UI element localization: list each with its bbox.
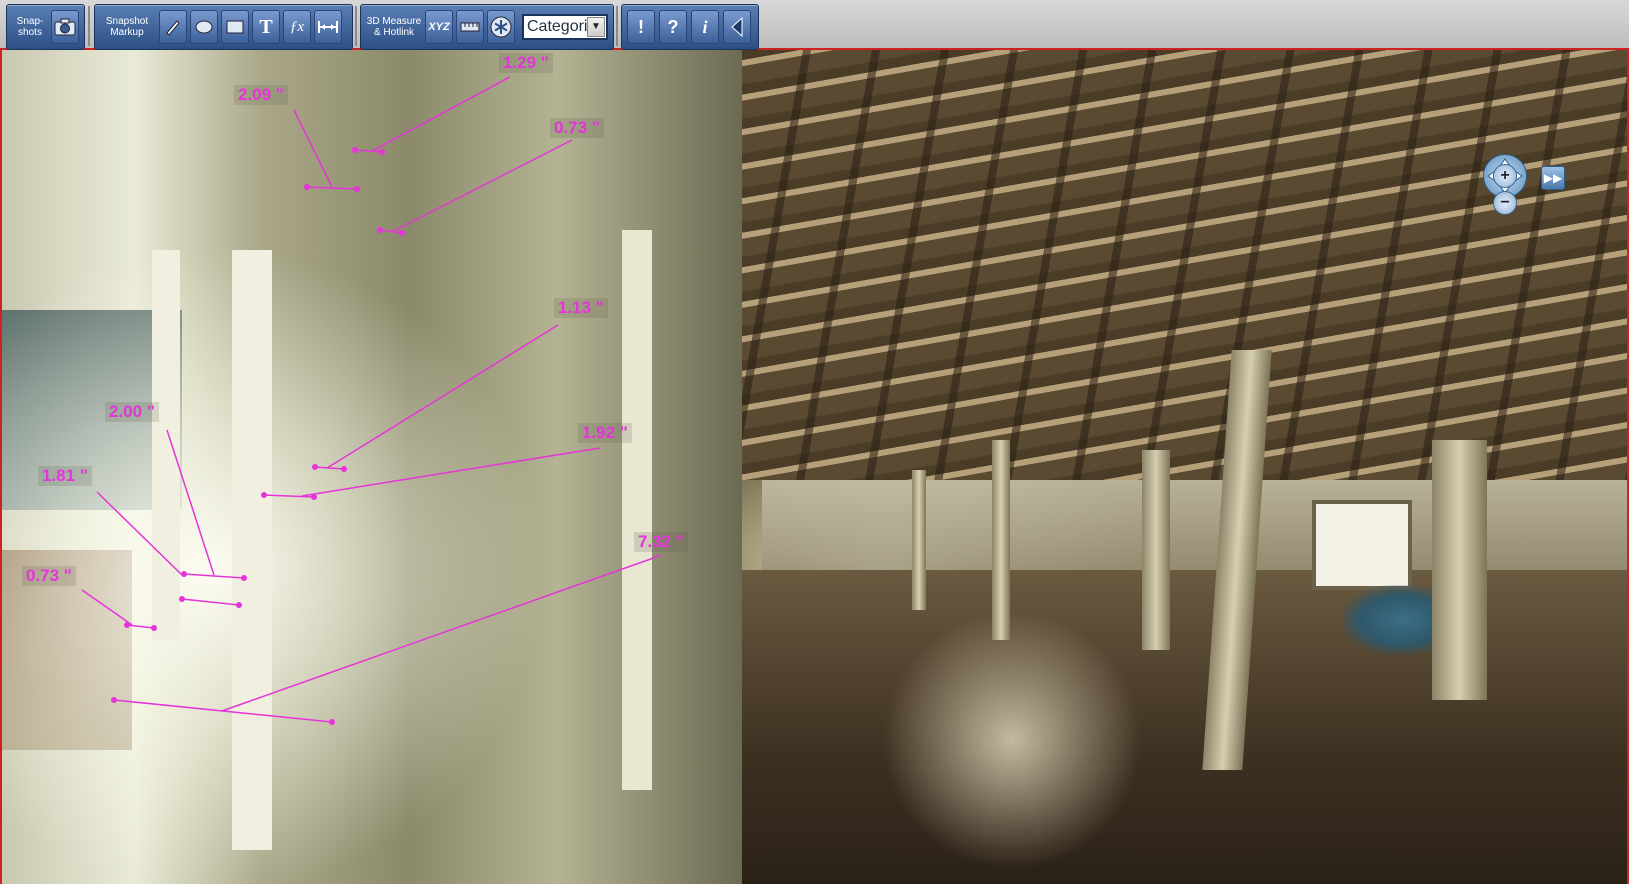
toolbar: Snap- shots Snapshot Markup T ƒx 3D Meas… [0,0,1629,50]
measure-endpoint [111,697,117,703]
measure-segment [126,624,155,629]
measure-group: 3D Measure & Hotlink XYZ Categorie ▼ [360,4,614,50]
measurement-label[interactable]: 7.32 " [634,532,688,552]
measure-segment [379,229,403,234]
measurement-label[interactable]: 1.81 " [38,466,92,486]
text-icon[interactable]: T [252,10,280,44]
measure-endpoint [179,596,185,602]
xyz-button[interactable]: XYZ [425,10,453,44]
ellipse-icon[interactable] [190,10,218,44]
toolbar-separator [88,6,90,46]
measure-endpoint [241,575,247,581]
ruler-icon[interactable] [456,10,484,44]
markup-group: Snapshot Markup T ƒx [94,4,353,50]
measurement-label[interactable]: 0.73 " [22,566,76,586]
measure-hotlink-button[interactable]: 3D Measure & Hotlink [364,10,424,44]
measure-endpoint [377,227,383,233]
toolbar-separator [616,6,618,46]
measure-endpoint [181,571,187,577]
measure-endpoint [352,147,358,153]
leader-line [81,589,133,626]
forward-icon[interactable]: ▶▶ [1541,166,1565,190]
measurement-label[interactable]: 1.92 " [578,423,632,443]
snapshot-markup-button[interactable]: Snapshot Markup [99,10,155,44]
zoom-out-button[interactable]: − [1493,191,1517,215]
measure-endpoint [329,719,335,725]
camera-icon[interactable] [51,10,79,44]
measure-endpoint [151,625,157,631]
measure-endpoint [261,492,267,498]
leader-line [293,109,333,188]
info-icon[interactable]: i [691,10,719,44]
dimension-icon[interactable] [314,10,342,44]
measure-endpoint [354,186,360,192]
panorama-viewport[interactable]: 1.29 " 2.09 " 0.73 " 1.13 " 2.00 " 1.92 … [0,50,1629,884]
leader-line [221,554,663,712]
leader-line [166,429,215,576]
exclamation-icon[interactable]: ! [627,10,655,44]
leader-line [96,491,183,576]
categories-select-value: Categorie [527,18,597,35]
measurement-label[interactable]: 2.09 " [234,85,288,105]
leader-line [326,324,559,469]
snapshots-group: Snap- shots [6,4,85,50]
measure-endpoint [236,602,242,608]
measure-segment [354,149,383,153]
zoom-in-button[interactable]: + [1493,164,1517,188]
leader-line [391,139,573,233]
measurement-label[interactable]: 1.13 " [554,298,608,318]
measure-segment [181,598,240,606]
measure-endpoint [379,149,385,155]
collapse-left-icon[interactable] [723,10,751,44]
formula-icon[interactable]: ƒx [283,10,311,44]
measure-endpoint [399,230,405,236]
snapshots-button[interactable]: Snap- shots [10,10,50,44]
measure-endpoint [312,464,318,470]
rectangle-icon[interactable] [221,10,249,44]
toolbar-separator [355,6,357,46]
measure-endpoint [341,466,347,472]
categories-select[interactable]: Categorie ▼ [522,14,608,40]
measurement-lines [81,76,663,725]
measurement-label[interactable]: 1.29 " [499,53,553,73]
chevron-down-icon[interactable]: ▼ [587,17,605,37]
pencil-icon[interactable] [159,10,187,44]
snowflake-icon[interactable] [487,10,515,44]
leader-line [371,76,511,152]
measure-endpoint [304,184,310,190]
measure-segment [306,186,358,190]
measurement-label[interactable]: 2.00 " [105,402,159,422]
measure-endpoint [311,494,317,500]
info-group: ! ? i [621,4,759,50]
question-icon[interactable]: ? [659,10,687,44]
measurement-label[interactable]: 0.73 " [550,118,604,138]
measure-endpoint [124,622,130,628]
